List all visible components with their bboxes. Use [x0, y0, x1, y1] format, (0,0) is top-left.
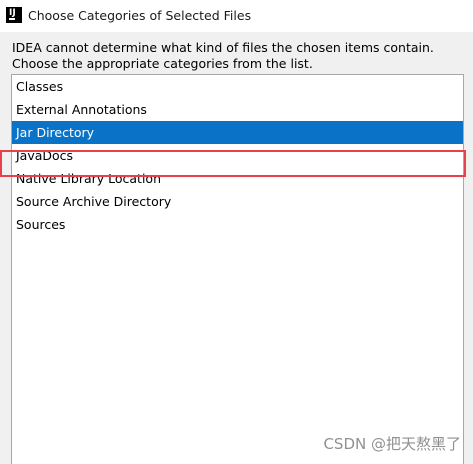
list-item-sources[interactable]: Sources — [12, 213, 463, 236]
dialog-title: Choose Categories of Selected Files — [28, 8, 252, 23]
title-bar: IJ Choose Categories of Selected Files — [0, 0, 473, 32]
list-item-source-archive-directory[interactable]: Source Archive Directory — [12, 190, 463, 213]
list-item-external-annotations[interactable]: External Annotations — [12, 98, 463, 121]
intellij-idea-icon: IJ — [6, 7, 22, 23]
dialog-description: IDEA cannot determine what kind of files… — [12, 40, 434, 72]
categories-list[interactable]: Classes External Annotations Jar Directo… — [11, 74, 464, 464]
list-item-classes[interactable]: Classes — [12, 75, 463, 98]
list-item-jar-directory[interactable]: Jar Directory — [12, 121, 463, 144]
dialog-content: IDEA cannot determine what kind of files… — [0, 32, 473, 464]
choose-categories-dialog: IJ Choose Categories of Selected Files I… — [0, 0, 473, 464]
description-line-1: IDEA cannot determine what kind of files… — [12, 40, 434, 55]
list-item-native-library-location[interactable]: Native Library Location — [12, 167, 463, 190]
list-item-javadocs[interactable]: JavaDocs — [12, 144, 463, 167]
description-line-2: Choose the appropriate categories from t… — [12, 56, 313, 71]
